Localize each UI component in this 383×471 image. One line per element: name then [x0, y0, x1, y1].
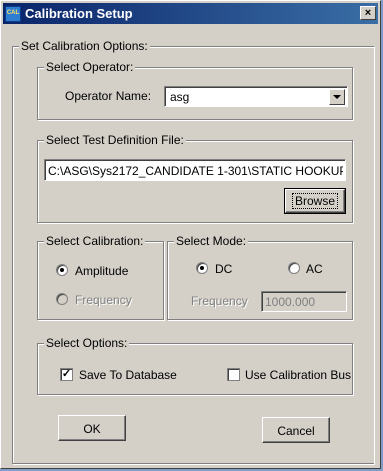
group-label: Select Mode: [174, 234, 249, 248]
app-icon: CAL [5, 5, 21, 22]
group-label: Select Test Definition File: [44, 133, 186, 147]
group-label: Set Calibration Options: [19, 39, 150, 53]
ok-button[interactable]: OK [58, 415, 126, 441]
title-bar[interactable]: CAL Calibration Setup × [3, 3, 378, 24]
cancel-button[interactable]: Cancel [262, 417, 330, 443]
select-calibration-group: Select Calibration: Amplitude Frequency [37, 234, 164, 320]
operator-dropdown-button[interactable] [329, 89, 345, 105]
amplitude-radio[interactable] [56, 264, 68, 276]
dc-radio[interactable] [196, 262, 208, 274]
select-options-group: Select Options: ✓ Save To Database Use C… [37, 336, 353, 395]
radio-selected-dot [60, 268, 64, 272]
operator-name-value: asg [170, 90, 190, 104]
amplitude-label: Amplitude [75, 264, 129, 278]
close-icon: × [364, 7, 372, 19]
browse-button[interactable]: Browse [284, 188, 346, 214]
window-title: Calibration Setup [25, 6, 133, 21]
frequency-field-label: Frequency [191, 294, 248, 308]
select-operator-group: Select Operator: Operator Name: asg [37, 60, 353, 120]
checkmark-icon: ✓ [61, 368, 72, 380]
operator-name-label: Operator Name: [65, 89, 152, 103]
frequency-radio-label: Frequency [75, 293, 132, 307]
frequency-value: 1000.000 [265, 295, 316, 309]
test-definition-path: C:\ASG\Sys2172_CANDIDATE 1-301\STATIC HO… [48, 164, 343, 178]
select-mode-group: Select Mode: DC AC Frequency 1000.000 [167, 234, 353, 320]
save-to-database-label: Save To Database [79, 368, 177, 382]
ac-label: AC [306, 262, 323, 276]
ac-radio[interactable] [288, 262, 300, 274]
frequency-input[interactable]: 1000.000 [261, 291, 347, 312]
browse-label: Browse [291, 193, 338, 209]
use-calibration-bus-checkbox[interactable] [227, 368, 240, 381]
select-test-definition-group: Select Test Definition File: C:\ASG\Sys2… [37, 133, 353, 223]
group-label: Select Options: [44, 336, 130, 350]
operator-name-combobox[interactable]: asg [164, 86, 348, 107]
frequency-radio[interactable] [56, 293, 68, 305]
dc-label: DC [215, 262, 233, 276]
close-button[interactable]: × [360, 6, 376, 20]
calibration-setup-dialog: CAL Calibration Setup × Set Calibration … [0, 0, 381, 469]
group-label: Select Operator: [44, 60, 136, 74]
save-to-database-checkbox[interactable]: ✓ [60, 368, 73, 381]
chevron-down-icon [333, 95, 341, 99]
test-definition-path-field[interactable]: C:\ASG\Sys2172_CANDIDATE 1-301\STATIC HO… [44, 159, 346, 181]
use-calibration-bus-label: Use Calibration Bus [245, 368, 352, 382]
radio-selected-dot [200, 266, 204, 270]
group-label: Select Calibration: [44, 234, 146, 248]
